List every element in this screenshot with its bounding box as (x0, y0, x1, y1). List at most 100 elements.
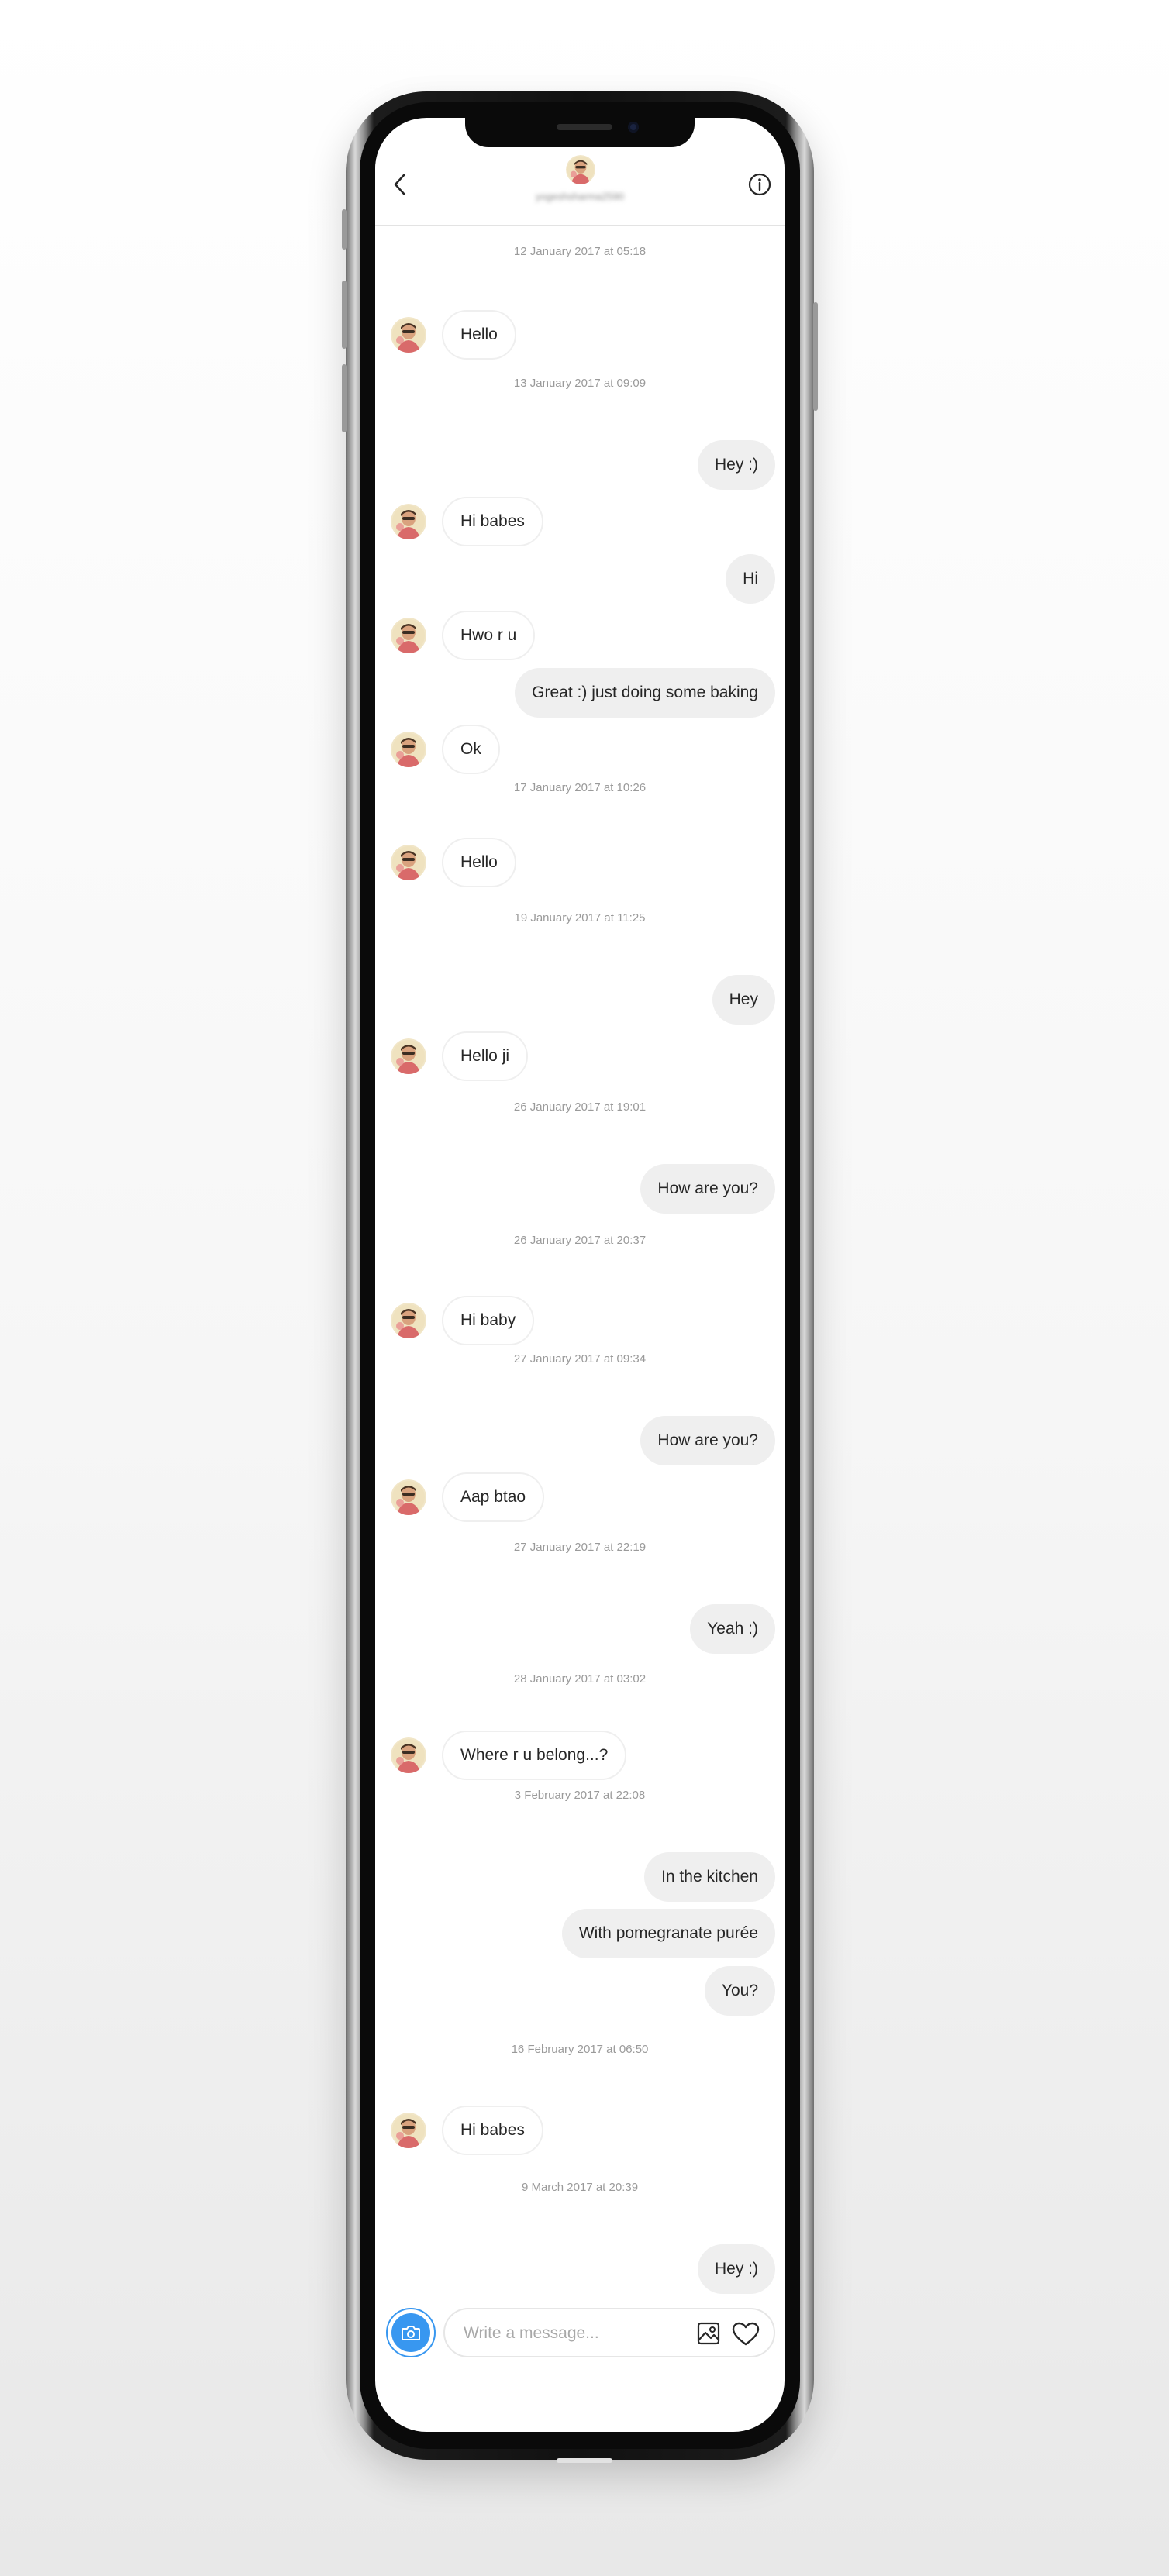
message-timestamp: 12 January 2017 at 05:18 (513, 245, 647, 258)
incoming-message-row: Aap btao (375, 1472, 785, 1522)
incoming-message-row: Hi babes (375, 2106, 785, 2155)
volume-down-button (342, 364, 347, 432)
profile-picture-icon (391, 504, 426, 539)
incoming-message-bubble[interactable]: Hwo r u (442, 611, 536, 660)
earpiece-speaker (557, 124, 612, 130)
outgoing-message-bubble[interactable]: Hey :) (697, 2244, 775, 2294)
message-thread[interactable]: 12 January 2017 at 05:18 Hello 13 January … (375, 226, 785, 2294)
outgoing-message-row: How are you? (375, 1416, 785, 1465)
outgoing-message-bubble[interactable]: Great :) just doing some baking (515, 668, 775, 718)
sender-avatar[interactable] (391, 1479, 426, 1515)
outgoing-message-row: How are you? (375, 1164, 785, 1214)
message-timestamp: 28 January 2017 at 03:02 (513, 1672, 647, 1686)
volume-up-button (342, 281, 347, 349)
outgoing-message-bubble[interactable]: How are you? (640, 1164, 775, 1214)
outgoing-message-bubble[interactable]: How are you? (640, 1416, 775, 1465)
message-timestamp: 27 January 2017 at 22:19 (513, 1541, 647, 1554)
silent-switch (342, 209, 347, 250)
message-timestamp: 17 January 2017 at 10:26 (513, 781, 647, 794)
outgoing-message-bubble[interactable]: With pomegranate purée (561, 1909, 775, 1958)
info-circle-icon (748, 173, 771, 196)
incoming-message-bubble[interactable]: Aap btao (442, 1472, 545, 1522)
camera-button[interactable] (386, 2308, 436, 2357)
message-timestamp: 3 February 2017 at 22:08 (514, 1789, 646, 1802)
outgoing-message-row: Hi (375, 554, 785, 604)
header-username[interactable]: yogeshsharma2590 (375, 191, 785, 202)
message-timestamp: 26 January 2017 at 20:37 (513, 1234, 647, 1247)
message-timestamp: 13 January 2017 at 09:09 (513, 377, 647, 390)
sender-avatar[interactable] (391, 504, 426, 539)
message-timestamp: 26 January 2017 at 19:01 (513, 1100, 647, 1114)
incoming-message-row: Hello (375, 310, 785, 360)
profile-picture-icon (391, 1479, 426, 1515)
message-timestamp: 9 March 2017 at 20:39 (521, 2181, 639, 2194)
header-avatar[interactable] (566, 155, 595, 184)
profile-picture-icon (391, 317, 426, 353)
profile-picture-icon (391, 2113, 426, 2148)
camera-icon (402, 2326, 420, 2340)
outgoing-message-row: Hey (375, 975, 785, 1025)
conversation-header: yogeshsharma2590 (375, 149, 785, 226)
home-indicator (557, 2458, 612, 2463)
phone-screen: yogeshsharma2590 12 January 2017 at 05:1… (375, 118, 785, 2432)
incoming-message-bubble[interactable]: Hello (442, 838, 516, 887)
incoming-message-bubble[interactable]: Hello (442, 310, 516, 360)
profile-picture-icon (391, 1737, 426, 1773)
incoming-message-row: Hwo r u (375, 611, 785, 660)
outgoing-message-bubble[interactable]: In the kitchen (644, 1852, 775, 1902)
profile-picture-icon (391, 618, 426, 653)
sender-avatar[interactable] (391, 317, 426, 353)
outgoing-message-row: In the kitchen (375, 1852, 785, 1902)
profile-picture-icon (391, 1303, 426, 1338)
sender-avatar[interactable] (391, 732, 426, 767)
sender-avatar[interactable] (391, 1038, 426, 1074)
incoming-message-bubble[interactable]: Hi babes (442, 2106, 543, 2155)
outgoing-message-bubble[interactable]: Yeah :) (690, 1604, 775, 1654)
incoming-message-row: Hello ji (375, 1031, 785, 1081)
message-timestamp: 19 January 2017 at 11:25 (514, 911, 646, 925)
incoming-message-row: Ok (375, 725, 785, 774)
sender-avatar[interactable] (391, 1737, 426, 1773)
incoming-message-bubble[interactable]: Hi babes (442, 497, 543, 546)
profile-picture-icon (566, 155, 595, 184)
notch (465, 118, 695, 147)
image-icon (697, 2322, 720, 2345)
like-button[interactable] (730, 2320, 761, 2348)
message-timestamp: 16 February 2017 at 06:50 (511, 2043, 649, 2056)
sender-avatar[interactable] (391, 1303, 426, 1338)
power-button (813, 302, 818, 411)
incoming-message-bubble[interactable]: Where r u belong...? (442, 1731, 627, 1780)
outgoing-message-bubble[interactable]: Hey :) (697, 440, 775, 490)
camera-button-fill (391, 2313, 430, 2352)
heart-icon (732, 2322, 760, 2346)
profile-picture-icon (391, 845, 426, 880)
incoming-message-bubble[interactable]: Hi baby (442, 1296, 535, 1345)
incoming-message-bubble[interactable]: Ok (442, 725, 500, 774)
message-timestamp: 27 January 2017 at 09:34 (513, 1352, 647, 1365)
sender-avatar[interactable] (391, 845, 426, 880)
front-camera (628, 122, 639, 133)
outgoing-message-row: Yeah :) (375, 1604, 785, 1654)
message-field[interactable] (443, 2308, 775, 2357)
profile-picture-icon (391, 1038, 426, 1074)
outgoing-message-row: Hey :) (375, 440, 785, 490)
outgoing-message-bubble[interactable]: Hey (712, 975, 775, 1025)
message-composer (375, 2306, 785, 2361)
outgoing-message-row: Great :) just doing some baking (375, 668, 785, 718)
incoming-message-row: Hi baby (375, 1296, 785, 1345)
gallery-button[interactable] (695, 2320, 722, 2347)
incoming-message-row: Where r u belong...? (375, 1731, 785, 1780)
sender-avatar[interactable] (391, 2113, 426, 2148)
incoming-message-row: Hello (375, 838, 785, 887)
incoming-message-bubble[interactable]: Hello ji (442, 1031, 529, 1081)
profile-picture-icon (391, 732, 426, 767)
outgoing-message-row: Hey :) (375, 2244, 785, 2294)
sender-avatar[interactable] (391, 618, 426, 653)
outgoing-message-row: With pomegranate purée (375, 1909, 785, 1958)
outgoing-message-bubble[interactable]: You? (704, 1966, 775, 2016)
outgoing-message-row: You? (375, 1966, 785, 2016)
message-input[interactable] (462, 2320, 674, 2347)
incoming-message-row: Hi babes (375, 497, 785, 546)
info-button[interactable] (744, 169, 775, 200)
outgoing-message-bubble[interactable]: Hi (726, 554, 775, 604)
